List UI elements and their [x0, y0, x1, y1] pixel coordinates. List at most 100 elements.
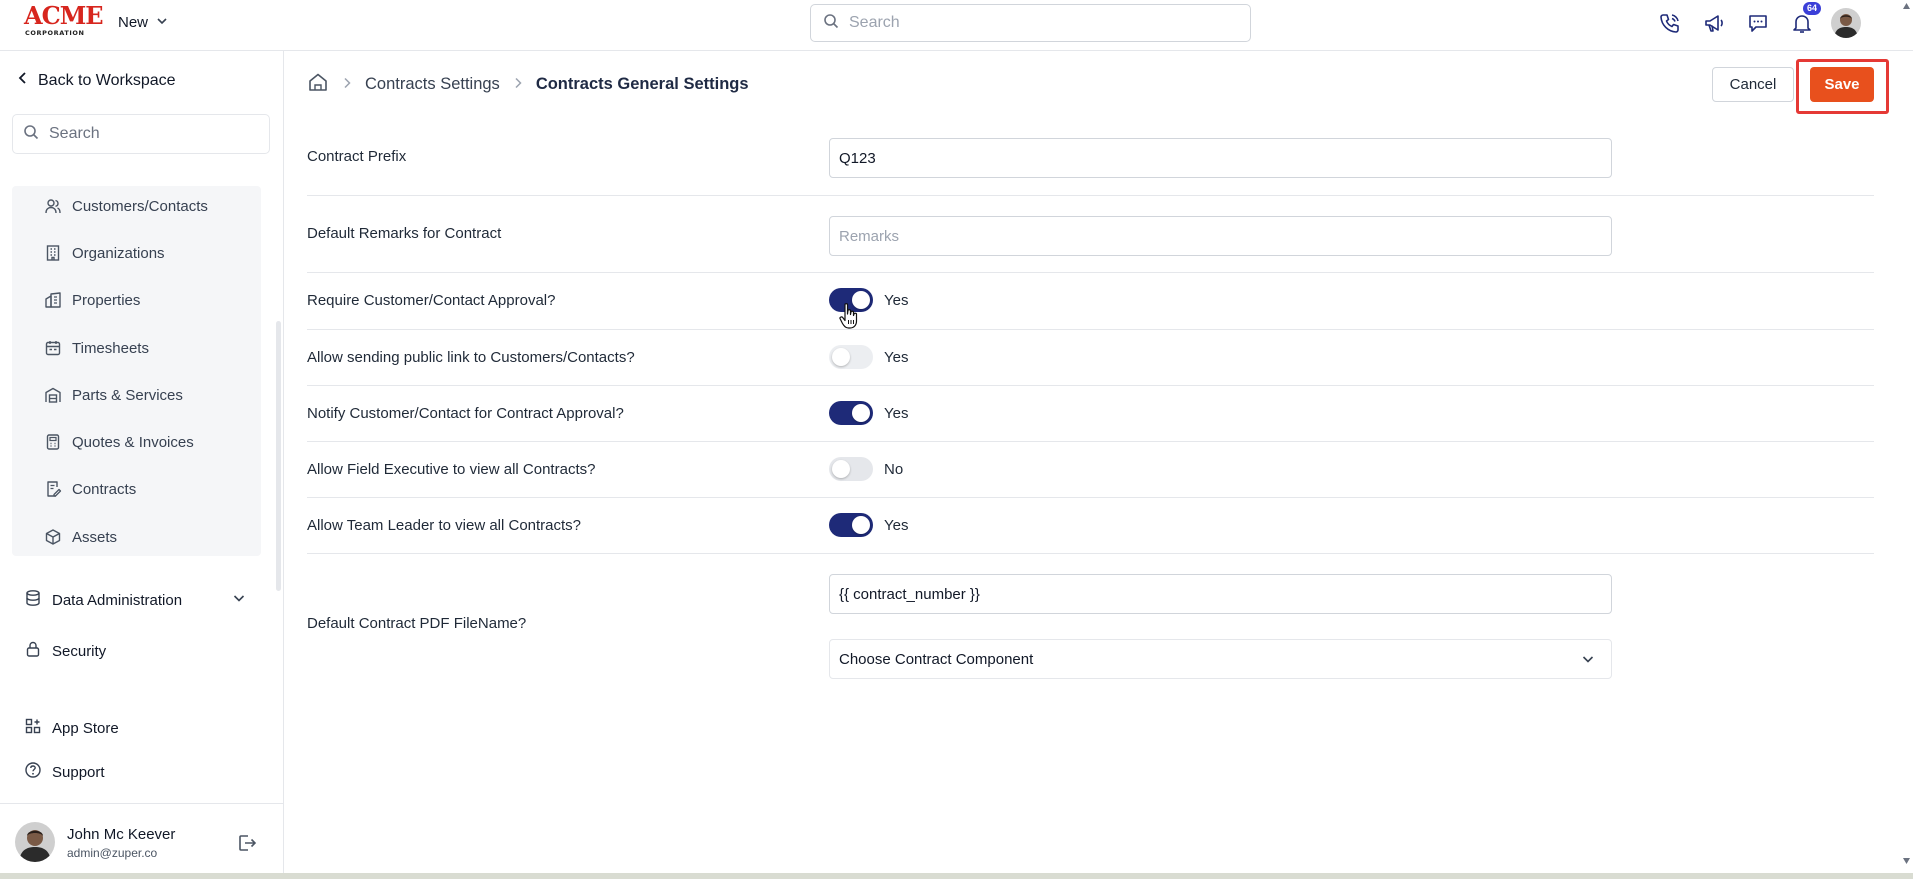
notify-approval-toggle[interactable]	[829, 401, 873, 425]
require-approval-state: Yes	[884, 292, 909, 309]
sidebar-item-label: Properties	[72, 291, 141, 309]
top-bar: ACME CORPORATION New 64	[0, 0, 1913, 51]
breadcrumb-contracts-settings[interactable]: Contracts Settings	[365, 75, 500, 94]
contract-component-placeholder: Choose Contract Component	[839, 650, 1034, 668]
row-divider	[307, 329, 1874, 330]
sidebar-item-label: Data Administration	[52, 591, 183, 609]
user-email: admin@zuper.co	[67, 846, 158, 860]
new-dropdown-button[interactable]: New	[118, 14, 168, 31]
chevron-down-icon	[156, 14, 168, 31]
chevron-down-icon	[1581, 652, 1595, 670]
field-exec-view-label: Allow Field Executive to view all Contra…	[307, 461, 596, 478]
phone-icon[interactable]	[1655, 8, 1685, 38]
avatar[interactable]	[15, 822, 55, 862]
sidebar-item-security[interactable]: Security	[24, 639, 106, 663]
megaphone-icon[interactable]	[1699, 8, 1729, 38]
public-link-state: Yes	[884, 349, 909, 366]
global-search[interactable]	[810, 4, 1251, 42]
sidebar-item-label: Parts & Services	[72, 386, 183, 404]
cancel-button[interactable]: Cancel	[1712, 67, 1794, 102]
pdf-filename-input[interactable]	[829, 574, 1612, 614]
sidebar-search[interactable]	[12, 114, 270, 154]
chevron-down-icon	[232, 591, 246, 609]
sidebar-search-input[interactable]	[49, 125, 249, 143]
toggle-knob	[832, 348, 850, 366]
user-card: John Mc Keever admin@zuper.co	[0, 803, 284, 879]
bottom-strip	[0, 873, 1913, 879]
chevron-right-icon	[514, 76, 522, 92]
contract-prefix-input[interactable]	[829, 138, 1612, 178]
contract-component-select[interactable]: Choose Contract Component	[829, 639, 1612, 679]
sidebar-scrollbar[interactable]	[276, 321, 281, 591]
sidebar-item-data-administration[interactable]: Data Administration	[24, 588, 254, 612]
property-icon	[44, 291, 62, 309]
bell-icon[interactable]: 64	[1787, 2, 1821, 38]
sidebar-item-label: Contracts	[72, 480, 137, 498]
new-label: New	[118, 14, 149, 31]
calculator-icon	[44, 433, 62, 451]
home-icon[interactable]	[307, 71, 329, 98]
breadcrumb-current: Contracts General Settings	[535, 74, 749, 93]
save-button[interactable]: Save	[1810, 67, 1874, 102]
contacts-icon	[44, 197, 62, 215]
user-name: John Mc Keever	[67, 826, 176, 843]
logout-icon[interactable]	[236, 832, 258, 859]
default-remarks-input[interactable]	[829, 216, 1612, 256]
chat-icon[interactable]	[1743, 8, 1773, 38]
pdf-filename-label: Default Contract PDF FileName?	[307, 615, 527, 632]
field-exec-view-toggle[interactable]	[829, 457, 873, 481]
sidebar-item-support[interactable]: Support	[24, 760, 105, 784]
apps-icon	[24, 717, 42, 739]
sidebar-item-organizations[interactable]: Organizations	[44, 241, 165, 265]
public-link-toggle[interactable]	[829, 345, 873, 369]
team-leader-view-toggle[interactable]	[829, 513, 873, 537]
database-icon	[24, 589, 42, 611]
cube-icon	[44, 528, 62, 546]
team-leader-view-label: Allow Team Leader to view all Contracts?	[307, 517, 582, 534]
acme-logo[interactable]: ACME CORPORATION	[24, 4, 104, 38]
sidebar-item-label: App Store	[52, 719, 119, 737]
sidebar-item-label: Support	[52, 763, 105, 781]
hand-cursor-icon	[838, 302, 860, 337]
row-divider	[307, 385, 1874, 386]
sidebar-item-timesheets[interactable]: Timesheets	[44, 336, 149, 360]
sidebar-item-parts-services[interactable]: Parts & Services	[44, 383, 183, 407]
contract-icon	[44, 480, 62, 498]
row-divider	[307, 195, 1874, 196]
row-divider	[307, 497, 1874, 498]
breadcrumb: Contracts Settings Contracts General Set…	[307, 72, 749, 96]
notify-approval-state: Yes	[884, 405, 909, 422]
toggle-knob	[832, 460, 850, 478]
page-scrollbar[interactable]	[1900, 0, 1913, 879]
notification-badge: 64	[1802, 2, 1821, 15]
public-link-label: Allow sending public link to Customers/C…	[307, 349, 635, 366]
help-icon	[24, 761, 42, 783]
toggle-knob	[852, 516, 870, 534]
team-leader-view-state: Yes	[884, 517, 909, 534]
sidebar-item-label: Timesheets	[72, 339, 149, 357]
chevron-left-icon	[18, 71, 28, 90]
sidebar-item-contracts[interactable]: Contracts	[44, 477, 136, 501]
sidebar-item-label: Assets	[72, 528, 118, 546]
default-remarks-label: Default Remarks for Contract	[307, 225, 502, 242]
warehouse-icon	[44, 386, 62, 404]
settings-submenu: Customers/Contacts Organizations Propert…	[12, 186, 261, 556]
sidebar-item-quotes-invoices[interactable]: Quotes & Invoices	[44, 430, 194, 454]
building-icon	[44, 244, 62, 262]
row-divider	[307, 553, 1874, 554]
notify-approval-label: Notify Customer/Contact for Contract App…	[307, 405, 624, 422]
sidebar-item-properties[interactable]: Properties	[44, 288, 140, 312]
row-divider	[307, 272, 1874, 273]
avatar[interactable]	[1831, 8, 1861, 38]
back-label: Back to Workspace	[38, 71, 176, 89]
sidebar-item-customers-contacts[interactable]: Customers/Contacts	[44, 194, 208, 218]
sidebar-item-app-store[interactable]: App Store	[24, 716, 119, 740]
field-exec-view-state: No	[884, 461, 904, 478]
global-search-input[interactable]	[849, 14, 1209, 32]
back-to-workspace-link[interactable]: Back to Workspace	[18, 71, 176, 90]
sidebar-item-assets[interactable]: Assets	[44, 525, 117, 549]
search-icon	[823, 13, 839, 34]
toggle-knob	[852, 404, 870, 422]
logo-subtext: CORPORATION	[25, 29, 85, 37]
sidebar-item-label: Security	[52, 642, 107, 660]
